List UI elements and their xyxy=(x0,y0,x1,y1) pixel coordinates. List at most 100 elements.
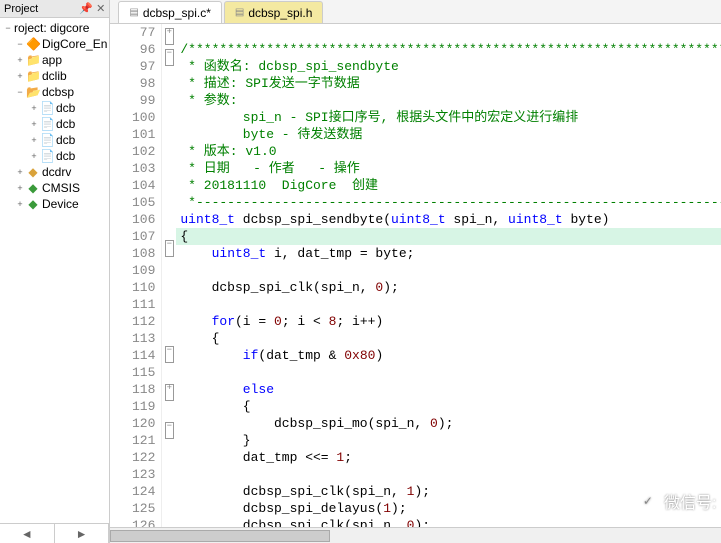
fold-marker xyxy=(162,219,176,236)
tree-item-dclib[interactable]: +📁dclib xyxy=(0,68,109,84)
code-line[interactable]: { xyxy=(176,228,721,245)
line-number: 97 xyxy=(110,58,155,75)
sidebar-scroll[interactable]: ◄ ► xyxy=(0,523,109,543)
line-number: 124 xyxy=(110,483,155,500)
code-line[interactable]: dcbsp_spi_clk(spi_n, 0); xyxy=(176,279,721,296)
fold-marker xyxy=(162,185,176,202)
file-icon: ▤ xyxy=(129,7,138,18)
project-sidebar: Project 📌 ✕ −roject: digcore−🔶DigCore_En… xyxy=(0,0,110,543)
scroll-right-icon[interactable]: ► xyxy=(55,524,110,543)
code-line[interactable] xyxy=(176,24,721,41)
tree-item-CMSIS[interactable]: +◆CMSIS xyxy=(0,180,109,196)
line-number: 98 xyxy=(110,75,155,92)
fold-marker xyxy=(162,490,176,507)
project-root[interactable]: −roject: digcore xyxy=(0,20,109,36)
line-number: 104 xyxy=(110,177,155,194)
tab-dcbsp_spi.c*[interactable]: ▤dcbsp_spi.c* xyxy=(118,1,222,23)
code-line[interactable]: dcbsp_spi_mo(spi_n, 0); xyxy=(176,415,721,432)
horizontal-scrollbar[interactable] xyxy=(110,527,721,543)
line-number: 77 xyxy=(110,24,155,41)
tree-item-dcb[interactable]: +📄dcb xyxy=(0,100,109,116)
code-line[interactable]: else xyxy=(176,381,721,398)
code-line[interactable] xyxy=(176,262,721,279)
code-line[interactable]: * 描述: SPI发送一字节数据 xyxy=(176,75,721,92)
panel-pin-icon[interactable]: 📌 ✕ xyxy=(79,2,105,15)
fold-marker[interactable]: − xyxy=(162,240,176,257)
line-number: 120 xyxy=(110,415,155,432)
code-line[interactable] xyxy=(176,364,721,381)
line-number: 126 xyxy=(110,517,155,527)
code-line[interactable] xyxy=(176,466,721,483)
fold-marker xyxy=(162,117,176,134)
tab-dcbsp_spi.h[interactable]: ▤dcbsp_spi.h xyxy=(224,1,324,23)
tree-item-Device[interactable]: +◆Device xyxy=(0,196,109,212)
fold-marker[interactable]: − xyxy=(162,422,176,439)
fold-marker xyxy=(162,507,176,524)
line-number: 109 xyxy=(110,262,155,279)
code-content[interactable]: /***************************************… xyxy=(176,24,721,527)
line-number: 121 xyxy=(110,432,155,449)
fold-marker xyxy=(162,439,176,456)
tree-item-app[interactable]: +📁app xyxy=(0,52,109,68)
fold-marker xyxy=(162,456,176,473)
code-line[interactable]: * 日期 - 作者 - 操作 xyxy=(176,160,721,177)
code-line[interactable]: for(i = 0; i < 8; i++) xyxy=(176,313,721,330)
code-line[interactable]: spi_n - SPI接口序号, 根据头文件中的宏定义进行编排 xyxy=(176,109,721,126)
code-line[interactable]: byte - 待发送数据 xyxy=(176,126,721,143)
code-line[interactable]: dat_tmp <<= 1; xyxy=(176,449,721,466)
line-number: 101 xyxy=(110,126,155,143)
line-number: 114 xyxy=(110,347,155,364)
tree-item-dcbsp[interactable]: −📂dcbsp xyxy=(0,84,109,100)
project-panel-title: Project xyxy=(4,3,38,15)
code-line[interactable]: * 函数名: dcbsp_spi_sendbyte xyxy=(176,58,721,75)
watermark: ✓ 微信号: DigCore xyxy=(638,489,721,513)
code-line[interactable]: *---------------------------------------… xyxy=(176,194,721,211)
line-number: 107 xyxy=(110,228,155,245)
tree-item-dcb[interactable]: +📄dcb xyxy=(0,116,109,132)
fold-marker xyxy=(162,66,176,83)
line-number: 112 xyxy=(110,313,155,330)
fold-marker[interactable]: − xyxy=(162,49,176,66)
code-editor[interactable]: 7796979899100101102103104105106107108109… xyxy=(110,24,721,527)
fold-marker[interactable]: + xyxy=(162,28,176,45)
fold-marker xyxy=(162,83,176,100)
line-number: 96 xyxy=(110,41,155,58)
fold-marker[interactable]: + xyxy=(162,384,176,401)
line-number: 99 xyxy=(110,92,155,109)
fold-marker[interactable]: − xyxy=(162,346,176,363)
line-number-gutter: 7796979899100101102103104105106107108109… xyxy=(110,24,162,527)
code-line[interactable]: * 版本: v1.0 xyxy=(176,143,721,160)
code-line[interactable]: { xyxy=(176,398,721,415)
watermark-prefix: 微信号: xyxy=(664,489,716,513)
code-line[interactable]: /***************************************… xyxy=(176,41,721,58)
fold-marker xyxy=(162,168,176,185)
line-number: 119 xyxy=(110,398,155,415)
scroll-left-icon[interactable]: ◄ xyxy=(0,524,55,543)
code-line[interactable]: uint8_t i, dat_tmp = byte; xyxy=(176,245,721,262)
code-line[interactable]: dcbsp_spi_clk(spi_n, 0); xyxy=(176,517,721,527)
scrollbar-thumb[interactable] xyxy=(110,530,330,542)
code-line[interactable]: if(dat_tmp & 0x80) xyxy=(176,347,721,364)
code-line[interactable]: * 参数: xyxy=(176,92,721,109)
tree-item-dcdrv[interactable]: +◆dcdrv xyxy=(0,164,109,180)
line-number: 123 xyxy=(110,466,155,483)
fold-marker xyxy=(162,291,176,308)
line-number: 118 xyxy=(110,381,155,398)
code-line[interactable]: uint8_t dcbsp_spi_sendbyte(uint8_t spi_n… xyxy=(176,211,721,228)
project-target[interactable]: −🔶DigCore_En xyxy=(0,36,109,52)
code-line[interactable]: * 20181110 DigCore 创建 xyxy=(176,177,721,194)
tree-item-dcb[interactable]: +📄dcb xyxy=(0,148,109,164)
fold-marker xyxy=(162,202,176,219)
fold-column[interactable]: + − − − + − xyxy=(162,24,176,527)
line-number: 100 xyxy=(110,109,155,126)
code-line[interactable]: } xyxy=(176,432,721,449)
fold-marker xyxy=(162,308,176,325)
line-number: 113 xyxy=(110,330,155,347)
code-line[interactable] xyxy=(176,296,721,313)
fold-marker xyxy=(162,473,176,490)
code-line[interactable]: { xyxy=(176,330,721,347)
tree-item-dcb[interactable]: +📄dcb xyxy=(0,132,109,148)
project-tree[interactable]: −roject: digcore−🔶DigCore_En+📁app+📁dclib… xyxy=(0,18,109,523)
project-panel-header: Project 📌 ✕ xyxy=(0,0,109,18)
fold-marker xyxy=(162,274,176,291)
